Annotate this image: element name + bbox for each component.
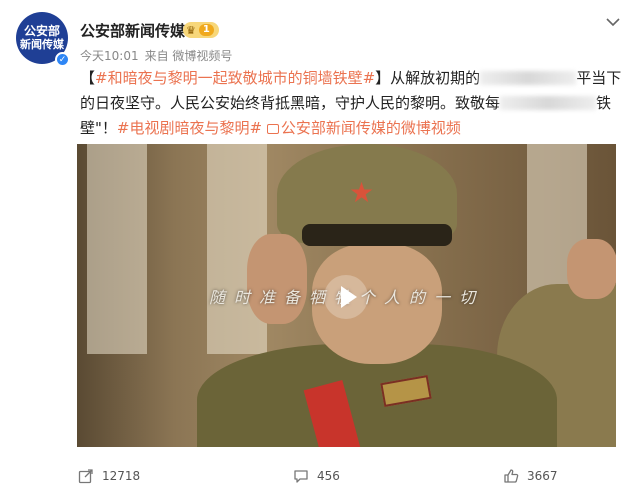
cap-brim xyxy=(302,224,452,246)
video-player[interactable]: ★ 随时准备牺牲个人的一切 xyxy=(77,144,616,447)
topic-tag-2[interactable]: #电视剧暗夜与黎明# xyxy=(117,119,262,137)
verified-icon: ✓ xyxy=(55,52,70,67)
post-source[interactable]: 来自 微博视频号 xyxy=(145,47,233,64)
author-name[interactable]: 公安部新闻传媒 xyxy=(80,20,185,41)
post-text-1: 从解放初期的 xyxy=(390,69,481,87)
thumbs-up-icon xyxy=(503,468,519,484)
play-button[interactable] xyxy=(324,275,368,319)
bracket-close: 】 xyxy=(375,69,391,87)
background-window xyxy=(87,144,147,354)
avatar-line2: 新闻传媒 xyxy=(20,38,64,51)
member-badge[interactable]: ♛ 1 xyxy=(183,22,219,38)
crown-icon: ♛ xyxy=(186,23,196,37)
chevron-down-icon[interactable] xyxy=(606,12,620,31)
saluting-hand xyxy=(247,234,307,324)
badge-level: 1 xyxy=(198,24,214,36)
action-bar: 12718 456 3667 xyxy=(0,460,640,492)
blurred-text xyxy=(500,96,597,110)
comment-count: 456 xyxy=(317,469,340,483)
comment-button[interactable]: 456 xyxy=(293,468,340,484)
weibo-post: 公安部 新闻传媒 ✓ 公安部新闻传媒 ♛ 1 今天10:01 来自 微博视频号 … xyxy=(0,0,640,497)
like-count: 3667 xyxy=(527,469,558,483)
share-button[interactable]: 12718 xyxy=(78,468,140,484)
video-icon xyxy=(266,124,279,134)
video-link[interactable]: 公安部新闻传媒的微博视频 xyxy=(266,119,461,137)
post-meta: 今天10:01 来自 微博视频号 xyxy=(80,47,232,64)
topic-tag-1[interactable]: #和暗夜与黎明一起致敬城市的铜墙铁壁# xyxy=(95,69,375,87)
share-count: 12718 xyxy=(102,469,141,483)
avatar-line1: 公安部 xyxy=(23,24,60,38)
bracket-open: 【 xyxy=(80,69,96,87)
comment-icon xyxy=(293,468,309,484)
like-button[interactable]: 3667 xyxy=(503,468,558,484)
blurred-text xyxy=(480,71,577,85)
post-text: 【#和暗夜与黎明一起致敬城市的铜墙铁壁#】从解放初期的 平当下的日夜坚守。人民公安… xyxy=(80,66,626,141)
star-icon: ★ xyxy=(349,176,375,209)
post-time[interactable]: 今天10:01 xyxy=(80,47,139,64)
share-icon xyxy=(78,468,94,484)
video-link-label: 公安部新闻传媒的微博视频 xyxy=(280,119,461,137)
